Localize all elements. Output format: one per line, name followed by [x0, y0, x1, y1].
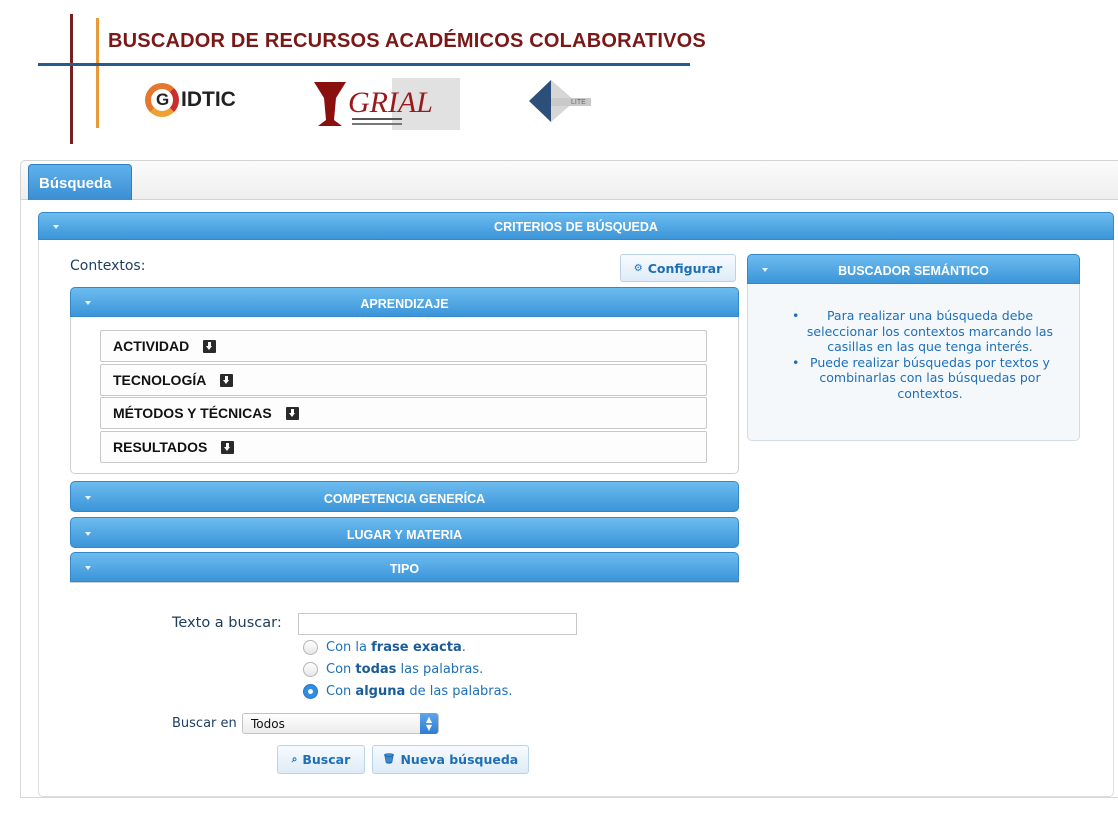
semantico-tips: Para realizar una búsqueda debe seleccio…: [792, 308, 1060, 402]
radio-selected-icon[interactable]: [303, 683, 318, 699]
buscar-button[interactable]: ⌕ Buscar: [277, 745, 365, 774]
aprendizaje-header[interactable]: APRENDIZAJE: [70, 287, 739, 317]
tab-bar: [20, 160, 1118, 200]
download-icon[interactable]: [220, 373, 234, 387]
select-arrows-icon[interactable]: ▲ ▼: [420, 713, 438, 734]
list-item: Para realizar una búsqueda debe seleccio…: [792, 308, 1060, 355]
radio-icon[interactable]: [303, 661, 318, 677]
gidtic-logo: G IDTIC: [145, 80, 236, 120]
collapse-arrow-icon: [85, 301, 91, 305]
context-item-actividad[interactable]: ACTIVIDAD: [100, 330, 707, 362]
collapse-arrow-icon: [762, 268, 768, 272]
semantico-header[interactable]: BUSCADOR SEMÁNTICO: [747, 254, 1080, 284]
lite-logo: LITE: [529, 80, 591, 122]
context-item-tecnologia[interactable]: TECNOLOGÍA: [100, 364, 707, 396]
grial-logo: GRIAL: [314, 78, 460, 130]
radio-frase-exacta[interactable]: Con la frase exacta.: [303, 638, 466, 656]
header-blue-line: [38, 63, 690, 66]
download-icon[interactable]: [221, 440, 235, 454]
svg-text:LITE: LITE: [571, 99, 586, 106]
trash-icon: 🗑: [382, 754, 396, 765]
download-icon[interactable]: [203, 339, 217, 353]
buscar-en-label: Buscar en: [172, 716, 237, 731]
search-icon: ⌕: [291, 754, 298, 765]
gear-icon: ⚙: [633, 262, 643, 274]
nueva-busqueda-button[interactable]: 🗑 Nueva búsqueda: [372, 745, 529, 774]
radio-todas[interactable]: Con todas las palabras.: [303, 660, 483, 678]
svg-text:GRIAL: GRIAL: [348, 86, 433, 119]
criterios-header[interactable]: CRITERIOS DE BÚSQUEDA: [38, 212, 1114, 240]
configurar-button[interactable]: ⚙ Configurar: [620, 254, 736, 282]
context-item-resultados[interactable]: RESULTADOS: [100, 431, 707, 463]
collapse-arrow-icon: [85, 496, 91, 500]
radio-alguna[interactable]: Con alguna de las palabras.: [303, 682, 513, 700]
header-orange-line: [96, 18, 99, 128]
search-input[interactable]: [298, 613, 577, 635]
download-icon[interactable]: [285, 406, 299, 420]
list-item: Puede realizar búsquedas por textos y co…: [792, 355, 1060, 402]
gidtic-ring-icon: G: [145, 83, 179, 117]
page-title: BUSCADOR DE RECURSOS ACADÉMICOS COLABORA…: [108, 30, 706, 52]
header-red-line: [70, 14, 73, 144]
lugar-header[interactable]: LUGAR Y MATERIA: [70, 517, 739, 548]
buscar-en-select[interactable]: Todos ▲ ▼: [242, 713, 439, 734]
radio-icon[interactable]: [303, 639, 318, 655]
collapse-arrow-icon: [85, 566, 91, 570]
context-item-metodos[interactable]: MÉTODOS Y TÉCNICAS: [100, 397, 707, 429]
tab-busqueda[interactable]: Búsqueda: [28, 164, 132, 200]
texto-label: Texto a buscar:: [172, 615, 282, 631]
competencia-header[interactable]: COMPETENCIA GENERÍCA: [70, 481, 739, 512]
divider: [70, 582, 739, 583]
collapse-arrow-icon: [85, 532, 91, 536]
tipo-header[interactable]: TIPO: [70, 552, 739, 582]
collapse-arrow-icon: [53, 225, 59, 229]
contextos-label: Contextos:: [70, 258, 146, 274]
